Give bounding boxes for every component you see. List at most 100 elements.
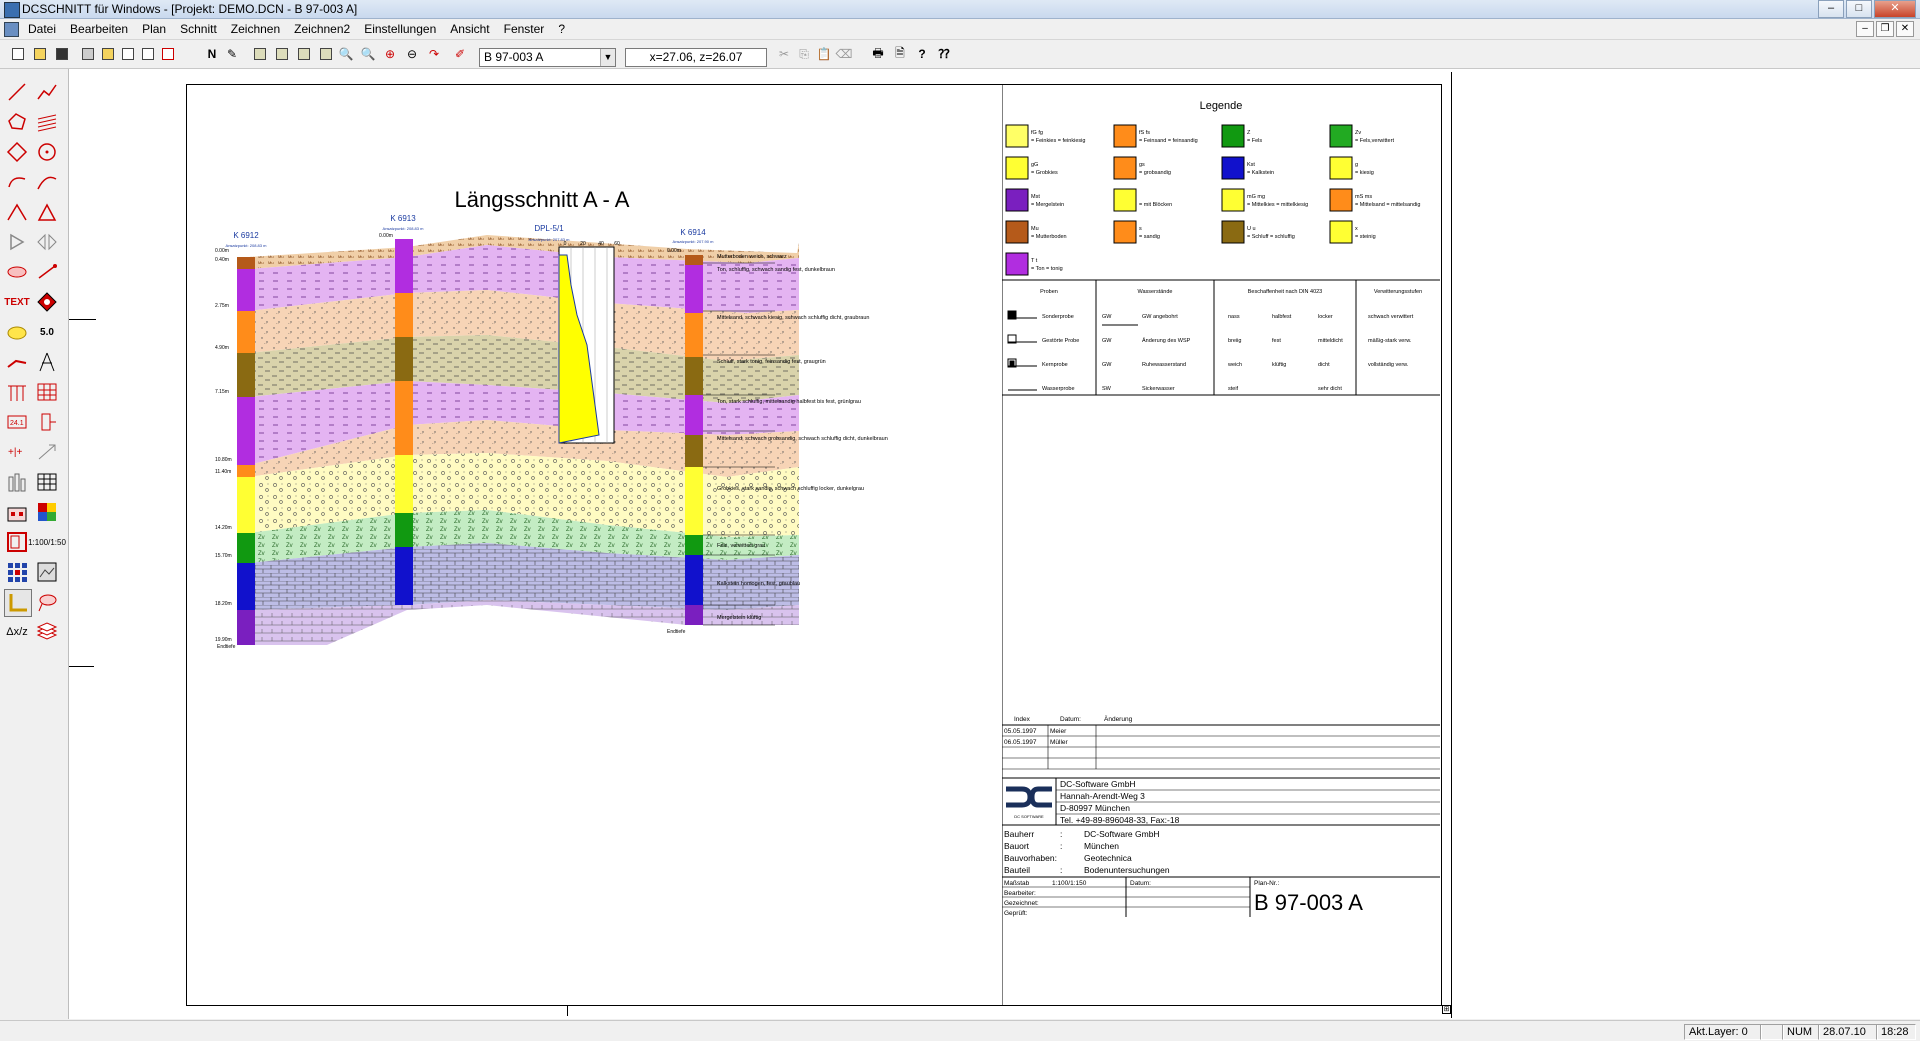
layer-tool-icon[interactable] bbox=[4, 259, 30, 285]
verwitterung-item: vollständig verw. bbox=[1368, 362, 1409, 368]
factory-tool-icon[interactable] bbox=[4, 499, 30, 525]
curve-tool-icon[interactable] bbox=[34, 169, 60, 195]
line-tool-icon[interactable] bbox=[4, 79, 30, 105]
grid-tool-icon[interactable] bbox=[34, 469, 60, 495]
print-preview-icon[interactable]: 🗎 bbox=[892, 46, 908, 62]
doc-restore-button[interactable]: ❐ bbox=[1876, 21, 1894, 37]
insert-tool-icon[interactable] bbox=[34, 409, 60, 435]
menu-schnitt[interactable]: Schnitt bbox=[180, 22, 217, 36]
angle-tool-icon[interactable] bbox=[4, 199, 30, 225]
menu-ansicht[interactable]: Ansicht bbox=[450, 22, 489, 36]
chevron-down-icon[interactable]: ▼ bbox=[600, 49, 615, 66]
context-help-icon[interactable]: ⁇ bbox=[936, 46, 952, 62]
symbol-tool-icon[interactable] bbox=[34, 289, 60, 315]
delete-page-icon[interactable] bbox=[160, 46, 176, 62]
revision-date: 06.05.1997 bbox=[1004, 739, 1037, 746]
doc-close-button[interactable]: ✕ bbox=[1896, 21, 1914, 37]
value-tool[interactable]: 5.0 bbox=[34, 319, 60, 345]
minimize-button[interactable]: – bbox=[1818, 0, 1844, 18]
slope-tool-icon[interactable] bbox=[4, 349, 30, 375]
zoom-all-icon[interactable]: ⊖ bbox=[404, 46, 420, 62]
color-grid-icon[interactable] bbox=[34, 499, 60, 525]
grid-icon-1[interactable] bbox=[252, 46, 268, 62]
plan-selector[interactable]: B 97-003 A ▼ bbox=[479, 48, 616, 67]
move-tool-icon[interactable]: +|+ bbox=[4, 439, 30, 465]
sheet-corner-marker[interactable]: ⊞ bbox=[1442, 1005, 1451, 1014]
cut-icon[interactable]: ✂ bbox=[776, 46, 792, 62]
legend-column-header: Beschaffenheit nach DIN 4023 bbox=[1248, 289, 1323, 295]
borehole-k6912 bbox=[237, 257, 255, 645]
dimension-tool-icon[interactable] bbox=[34, 259, 60, 285]
marker-icon[interactable]: ✐ bbox=[452, 46, 468, 62]
text-tool[interactable]: TEXT bbox=[4, 289, 30, 315]
pattern-grid-icon[interactable] bbox=[4, 559, 30, 585]
delta-tool[interactable]: Δx/z bbox=[4, 619, 30, 645]
app-icon[interactable] bbox=[4, 2, 20, 18]
maximize-button[interactable]: □ bbox=[1846, 0, 1872, 18]
grid-icon-4[interactable] bbox=[318, 46, 334, 62]
layers-stack-icon[interactable] bbox=[34, 619, 60, 645]
menu-bearbeiten[interactable]: Bearbeiten bbox=[70, 22, 128, 36]
layer-description: Grobkies, stark sandig, schwach schluffi… bbox=[717, 486, 864, 492]
height-tool-icon[interactable]: 24.1 bbox=[4, 409, 30, 435]
polyline-tool-icon[interactable] bbox=[34, 79, 60, 105]
lasso-tool-icon[interactable] bbox=[34, 589, 60, 615]
menu-help[interactable]: ? bbox=[558, 22, 565, 36]
layer-description: Ton, stark schluffig, mittelsandig halbf… bbox=[717, 399, 861, 405]
zoom-window-icon[interactable]: ⊕ bbox=[382, 46, 398, 62]
north-arrow-icon[interactable]: N bbox=[204, 46, 220, 62]
image-tool-icon[interactable] bbox=[34, 559, 60, 585]
borehole-tool-icon[interactable] bbox=[34, 349, 60, 375]
rectangle-tool-icon[interactable] bbox=[4, 139, 30, 165]
menu-zeichnen[interactable]: Zeichnen bbox=[231, 22, 280, 36]
new-file-icon[interactable] bbox=[10, 46, 26, 62]
save-icon[interactable] bbox=[54, 46, 70, 62]
columns-tool-icon[interactable] bbox=[4, 469, 30, 495]
polygon-tool-icon[interactable] bbox=[4, 109, 30, 135]
menu-zeichnen2[interactable]: Zeichnen2 bbox=[294, 22, 350, 36]
grid-icon-3[interactable] bbox=[296, 46, 312, 62]
table-tool-icon[interactable] bbox=[34, 379, 60, 405]
copy-plan-icon[interactable] bbox=[80, 46, 96, 62]
legend-text: = Schluff = schluffig bbox=[1247, 234, 1295, 240]
soil-pattern-icon[interactable] bbox=[4, 319, 30, 345]
zoom-in-icon[interactable]: 🔍 bbox=[338, 46, 354, 62]
copy-icon[interactable]: ⎘ bbox=[796, 46, 812, 62]
profile-tool-icon[interactable] bbox=[4, 379, 30, 405]
legend-swatch bbox=[1005, 252, 1029, 276]
legend-swatch bbox=[1221, 124, 1245, 148]
document-icon[interactable] bbox=[4, 22, 19, 37]
legend-swatch bbox=[1005, 156, 1029, 180]
zoom-out-icon[interactable]: 🔍 bbox=[360, 46, 376, 62]
pages-icon[interactable] bbox=[140, 46, 156, 62]
menu-plan[interactable]: Plan bbox=[142, 22, 166, 36]
print-icon[interactable]: 🖶 bbox=[870, 46, 886, 62]
beschaffenheit-item: dicht bbox=[1318, 362, 1330, 368]
scale-tool[interactable]: 1:100/1:50 bbox=[28, 529, 66, 555]
grid-icon-2[interactable] bbox=[274, 46, 290, 62]
stretch-tool-icon[interactable] bbox=[34, 439, 60, 465]
axis-tool-icon[interactable] bbox=[4, 589, 32, 617]
pen-icon[interactable]: ✎ bbox=[224, 46, 240, 62]
help-icon[interactable]: ? bbox=[914, 46, 930, 62]
frame-tool-icon[interactable] bbox=[4, 529, 30, 555]
paste-plan-icon[interactable] bbox=[100, 46, 116, 62]
menu-fenster[interactable]: Fenster bbox=[504, 22, 545, 36]
circle-tool-icon[interactable] bbox=[34, 139, 60, 165]
arc-tool-icon[interactable] bbox=[4, 169, 30, 195]
mirror-tool-icon[interactable] bbox=[4, 229, 30, 255]
triangle-tool-icon[interactable] bbox=[34, 199, 60, 225]
delete-icon[interactable]: ⌫ bbox=[836, 46, 853, 62]
menu-datei[interactable]: Datei bbox=[28, 22, 56, 36]
open-folder-icon[interactable] bbox=[32, 46, 48, 62]
paste-icon[interactable]: 📋 bbox=[816, 46, 832, 62]
drawing-canvas[interactable]: ⊞ .. Zv Mu Längsschnitt A - A bbox=[69, 69, 1920, 1019]
page-icon[interactable] bbox=[120, 46, 136, 62]
scale-tick: 60 bbox=[614, 241, 620, 247]
menu-einstellungen[interactable]: Einstellungen bbox=[364, 22, 436, 36]
close-button[interactable]: ✕ bbox=[1874, 0, 1916, 18]
hatch-tool-icon[interactable] bbox=[34, 109, 60, 135]
symmetry-tool-icon[interactable] bbox=[34, 229, 60, 255]
doc-minimize-button[interactable]: – bbox=[1856, 21, 1874, 37]
redo-icon[interactable]: ↷ bbox=[426, 46, 442, 62]
